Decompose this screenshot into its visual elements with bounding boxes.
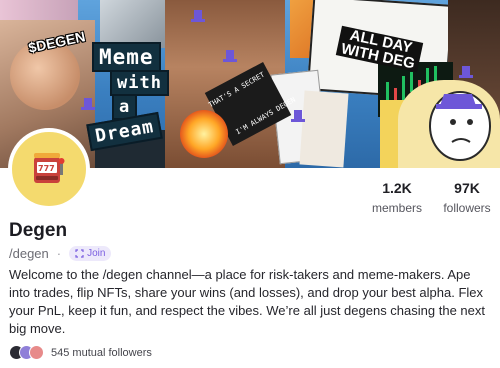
banner-explosion [180, 110, 228, 158]
channel-handle-row: /degen · Join [9, 244, 112, 262]
top-hat-icon [191, 10, 205, 22]
members-label: members [371, 201, 422, 215]
join-icon [75, 248, 84, 258]
join-button[interactable]: Join [69, 245, 112, 261]
channel-handle: /degen [9, 245, 49, 261]
banner-note-photo [299, 90, 349, 168]
channel-name: Degen [9, 220, 68, 241]
top-hat-icon [81, 98, 95, 110]
banner-meme-word: Meme [92, 42, 161, 72]
members-count: 1.2K [382, 180, 412, 196]
banner-wojak [398, 80, 500, 168]
followers-label: followers [443, 201, 491, 215]
mutual-followers-text: 545 mutual followers [51, 346, 152, 359]
join-label: Join [87, 247, 106, 259]
members-stat[interactable]: 1.2K members [368, 180, 426, 215]
mutual-followers[interactable]: 545 mutual followers [9, 345, 152, 360]
top-hat-icon [291, 110, 305, 122]
avatar [29, 345, 44, 360]
separator-dot: · [56, 245, 62, 261]
top-hat-icon [459, 66, 473, 78]
svg-text:777: 777 [38, 164, 55, 173]
banner-meme-word: with [110, 70, 169, 96]
top-hat-icon [223, 50, 237, 62]
channel-description: Welcome to the /degen channel—a place fo… [9, 267, 485, 336]
followers-count: 97K [454, 180, 480, 196]
slot-machine-icon: 777 [34, 153, 65, 183]
followers-stat[interactable]: 97K followers [438, 180, 496, 215]
channel-avatar: 777 [8, 128, 90, 210]
